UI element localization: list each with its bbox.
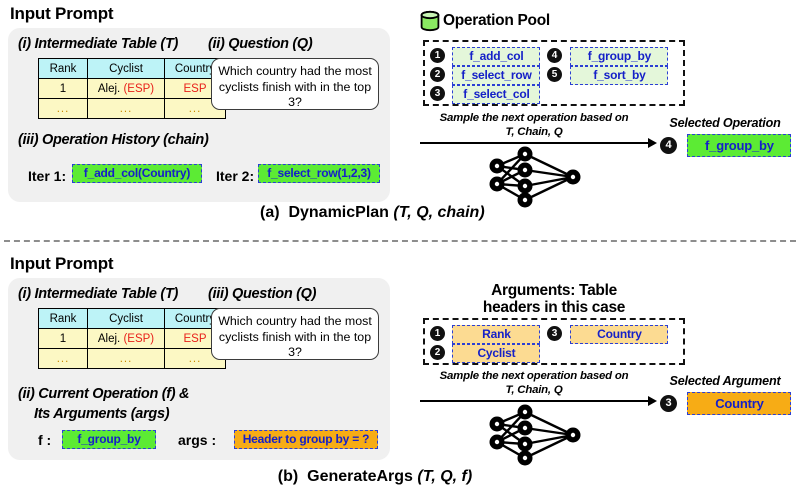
caption-args: (T, Q, f)	[417, 468, 473, 485]
panel-b-operation-label-line-2: Its Arguments (args)	[34, 406, 170, 422]
panel-divider	[4, 240, 796, 242]
pool-item-number: 1	[430, 326, 445, 342]
pool-item-number: 3	[547, 326, 562, 342]
arrow-caption-line-2: T, Chain, Q	[505, 383, 563, 396]
caption-prefix: (b)	[277, 468, 299, 485]
panel-a-history-label: (iii) Operation History (chain)	[18, 132, 209, 148]
table-header-cell: Cyclist	[87, 58, 165, 79]
caption-name: DynamicPlan	[288, 204, 389, 221]
iter-1-label: Iter 1:	[28, 168, 67, 184]
args-placeholder-chip[interactable]: Header to group by = ?	[234, 430, 378, 449]
panel-b-intermediate-table: Rank Cyclist Country 1 Alej. (ESP) ESP .…	[38, 308, 226, 369]
panel-b-pool-title: Arguments: Table headers in this case	[423, 282, 685, 316]
table-cell-rank: 1	[38, 78, 88, 99]
panel-a-selected-label: Selected Operation	[669, 116, 781, 130]
table-row: 1 Alej. (ESP) ESP	[38, 78, 226, 99]
pool-item-number: 1	[430, 48, 445, 64]
pool-item-number: 3	[430, 86, 445, 102]
table-row: ... ... ...	[38, 348, 226, 369]
neural-network-icon	[489, 146, 581, 208]
table-cell-cyclist: Alej. (ESP)	[87, 328, 165, 349]
panel-a-pool-title: Operation Pool	[443, 12, 550, 29]
table-header-cell: Rank	[38, 58, 88, 79]
panel-b-arrow-line	[420, 400, 650, 402]
panel-b-question-label: (iii) Question (Q)	[208, 286, 317, 302]
pool-item-f-add-col[interactable]: f_add_col	[452, 47, 541, 66]
caption-name: GenerateArgs	[307, 468, 413, 485]
iter-2-label: Iter 2:	[216, 168, 255, 184]
panel-b-argument-pool: 1 Rank 2 Cyclist 3 Country	[423, 318, 685, 365]
panel-a-operation-pool: 1 f_add_col 2 f_select_row 3 f_select_co…	[423, 40, 685, 106]
panel-b-table-label: (i) Intermediate Table (T)	[18, 286, 179, 302]
panel-a-arrow-line	[420, 142, 650, 144]
history-chip-iter-1[interactable]: f_add_col(Country)	[72, 164, 202, 183]
table-cell-cyclist: ...	[87, 98, 165, 119]
panel-b-input-prompt-title: Input Prompt	[10, 254, 114, 273]
panel-a-arrow-head	[648, 138, 657, 148]
args-label: args :	[178, 432, 217, 448]
panel-b-caption: (b) GenerateArgs (T, Q, f)	[255, 468, 495, 486]
pool-item-number: 4	[547, 48, 562, 64]
caption-prefix: (a)	[260, 204, 280, 221]
panel-a-intermediate-table: Rank Cyclist Country 1 Alej. (ESP) ESP .…	[38, 58, 226, 119]
selected-operation-chip[interactable]: f_group_by	[687, 134, 792, 157]
table-header-cell: Cyclist	[87, 308, 165, 329]
table-header-cell: Rank	[38, 308, 88, 329]
f-label: f :	[38, 432, 52, 448]
pool-item-f-group-by[interactable]: f_group_by	[570, 47, 669, 66]
table-cell-rank: ...	[38, 98, 88, 119]
selected-operation-number: 4	[660, 137, 677, 155]
panel-a-question-text: Which country had the most cyclists fini…	[211, 58, 379, 110]
table-row: 1 Alej. (ESP) ESP	[38, 328, 226, 349]
pool-item-country[interactable]: Country	[570, 325, 669, 344]
arrow-caption-line-1: Sample the next operation based on	[439, 370, 629, 382]
pool-item-number: 5	[547, 67, 562, 83]
panel-b-selected-label: Selected Argument	[669, 374, 781, 388]
table-cell-cyclist: Alej. (ESP)	[87, 78, 165, 99]
pool-item-number: 2	[430, 67, 445, 83]
selected-argument-number: 3	[660, 395, 677, 413]
database-icon	[420, 10, 440, 32]
panel-b-question-text: Which country had the most cyclists fini…	[211, 308, 379, 360]
panel-a-input-prompt-title: Input Prompt	[10, 4, 114, 23]
neural-network-icon	[489, 404, 581, 466]
pool-item-f-sort-by[interactable]: f_sort_by	[570, 66, 669, 85]
current-operation-chip[interactable]: f_group_by	[62, 430, 156, 449]
table-cell-rank: 1	[38, 328, 88, 349]
table-row: ... ... ...	[38, 98, 226, 119]
pool-item-f-select-col[interactable]: f_select_col	[452, 85, 541, 104]
panel-a-arrow-caption: Sample the next operation based on T, Ch…	[416, 112, 652, 139]
history-chip-iter-2[interactable]: f_select_row(1,2,3)	[258, 164, 380, 183]
table-header-row: Rank Cyclist Country	[38, 308, 226, 329]
selected-argument-chip[interactable]: Country	[687, 392, 792, 415]
pool-item-cyclist[interactable]: Cyclist	[452, 344, 541, 363]
pool-item-rank[interactable]: Rank	[452, 325, 541, 344]
table-cell-rank: ...	[38, 348, 88, 369]
pool-item-number: 2	[430, 345, 445, 361]
panel-b-arrow-head	[648, 396, 657, 406]
caption-args: (T, Q, chain)	[393, 204, 485, 221]
pool-title-line-1: Arguments: Table	[491, 282, 617, 299]
panel-a-question-label: (ii) Question (Q)	[208, 36, 313, 52]
pool-item-f-select-row[interactable]: f_select_row	[452, 66, 541, 85]
arrow-caption-line-1: Sample the next operation based on	[439, 112, 629, 124]
pool-title-line-2: headers in this case	[482, 299, 626, 316]
panel-a-table-label: (i) Intermediate Table (T)	[18, 36, 179, 52]
panel-b-arrow-caption: Sample the next operation based on T, Ch…	[416, 370, 652, 397]
panel-b-operation-label-line-1: (ii) Current Operation (f) &	[18, 386, 190, 402]
table-header-row: Rank Cyclist Country	[38, 58, 226, 79]
panel-a-caption: (a) DynamicPlan (T, Q, chain)	[260, 204, 485, 222]
table-cell-cyclist: ...	[87, 348, 165, 369]
arrow-caption-line-2: T, Chain, Q	[505, 125, 563, 138]
